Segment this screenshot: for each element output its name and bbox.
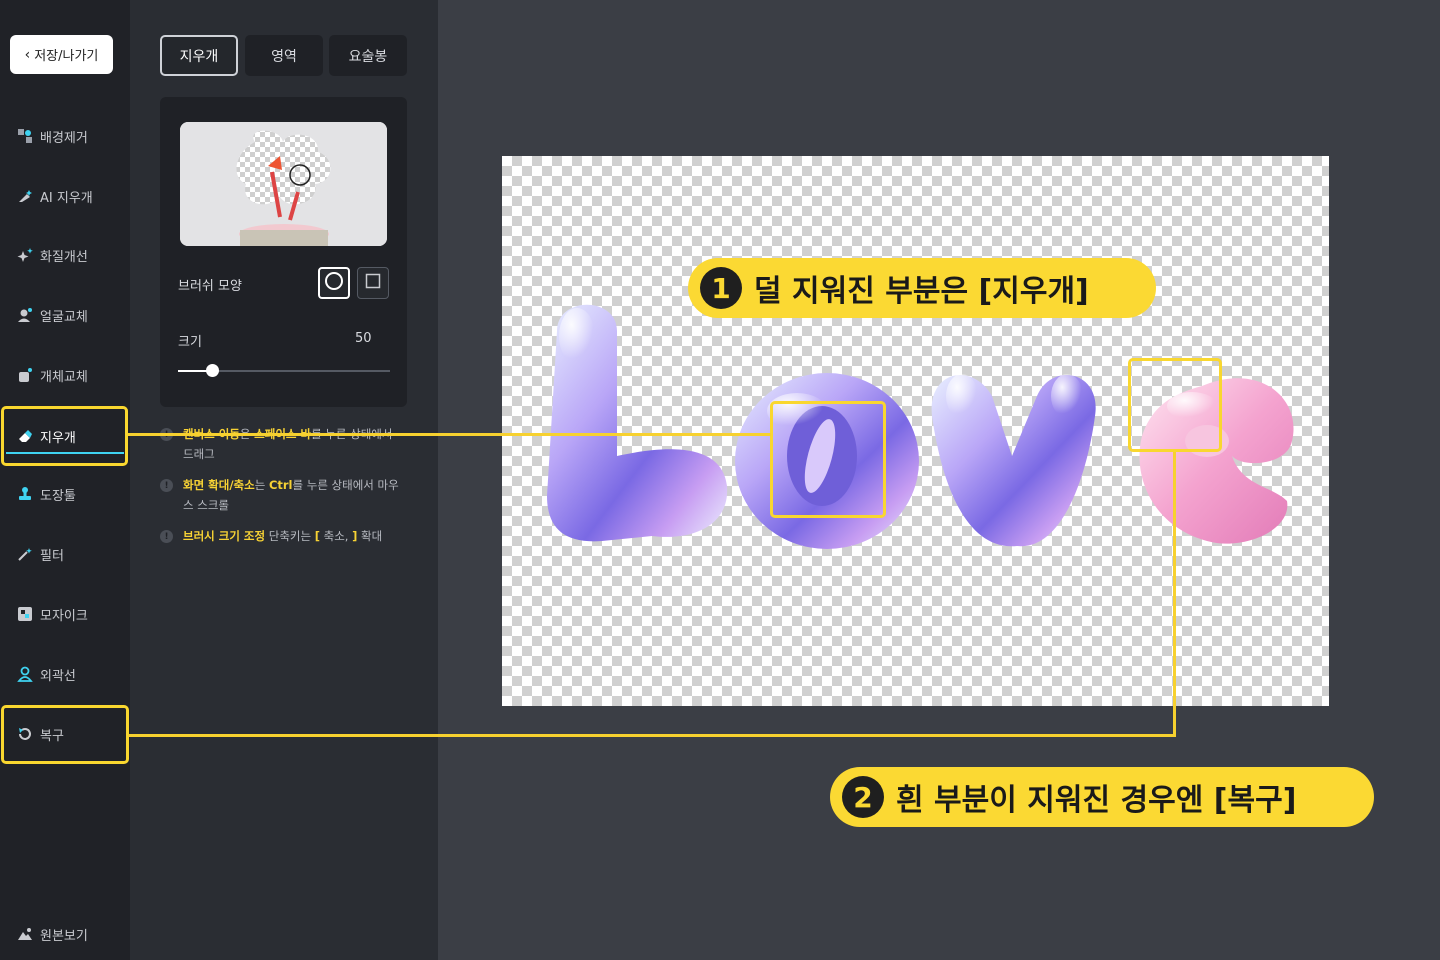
callout-restore: 2 흰 부분이 지워진 경우엔 [복구] <box>830 767 1374 827</box>
under-erased-highlight-box <box>770 401 886 518</box>
sparkle-icon <box>16 246 34 264</box>
face-swap-icon <box>16 306 34 324</box>
object-swap-icon <box>16 366 34 384</box>
sidebar-item-quality[interactable]: 화질개선 <box>0 235 130 275</box>
tab-eraser[interactable]: 지우개 <box>160 35 238 76</box>
sidebar-item-filter[interactable]: 필터 <box>0 534 130 574</box>
callout-number: 1 <box>700 267 742 309</box>
eraser-highlight-box <box>1 406 128 466</box>
sidebar-item-label: 도장툴 <box>40 488 76 504</box>
tip-brush-size: ! 브러시 크기 조정 단축키는 [ 축소, ] 확대 <box>160 526 400 546</box>
sidebar-item-label: 모자이크 <box>40 608 88 624</box>
tip-zoom: ! 화면 확대/축소는 Ctrl를 누른 상태에서 마우스 스크롤 <box>160 475 400 515</box>
brush-settings-card: 브러쉬 모양 크기 50 <box>160 97 407 407</box>
mountain-image-icon <box>16 925 34 943</box>
brush-preview-image <box>180 122 387 246</box>
info-icon: ! <box>160 479 173 492</box>
brush-shape-square-button[interactable] <box>357 267 389 299</box>
size-slider[interactable] <box>178 364 390 377</box>
over-erased-highlight-box <box>1128 358 1222 452</box>
chevron-left-icon: ‹ <box>24 46 31 63</box>
sidebar-item-label: 배경제거 <box>40 130 88 146</box>
sidebar-item-stamp[interactable]: 도장툴 <box>0 474 130 514</box>
view-original-button[interactable]: 원본보기 <box>0 914 130 954</box>
sidebar-item-object-swap[interactable]: 개체교체 <box>0 355 130 395</box>
sidebar-item-label: 외곽선 <box>40 668 76 684</box>
tab-area[interactable]: 영역 <box>245 35 323 76</box>
callout-eraser: 1 덜 지워진 부분은 [지우개] <box>688 258 1156 318</box>
brush-shape-label: 브러쉬 모양 <box>178 279 242 294</box>
sidebar-item-outline[interactable]: 외곽선 <box>0 654 130 694</box>
stamp-icon <box>16 485 34 503</box>
sidebar-item-label: AI 지우개 <box>40 190 93 206</box>
callout-number: 2 <box>842 776 884 818</box>
sidebar-item-label: 얼굴교체 <box>40 309 88 325</box>
restore-highlight-box <box>1 705 129 764</box>
sidebar-item-face-swap[interactable]: 얼굴교체 <box>0 295 130 335</box>
callout-line-restore-vertical <box>1173 452 1176 737</box>
sidebar-item-mosaic[interactable]: 모자이크 <box>0 594 130 634</box>
filter-icon <box>16 545 34 563</box>
outline-icon <box>16 665 34 683</box>
sidebar-item-label: 개체교체 <box>40 369 88 385</box>
size-slider-knob[interactable] <box>205 364 219 377</box>
save-exit-label: 저장/나가기 <box>34 49 99 64</box>
background-remove-icon <box>16 127 34 145</box>
callout-line-restore-horizontal <box>128 734 1176 737</box>
image-canvas[interactable] <box>502 156 1329 706</box>
sidebar-item-label: 필터 <box>40 548 64 564</box>
size-value: 50 <box>355 331 372 346</box>
tab-magic-wand[interactable]: 요술봉 <box>329 35 407 76</box>
tool-sidebar: ‹ 저장/나가기 배경제거 AI 지우개 화질개선 얼굴교체 개체교체 지우개 … <box>0 0 130 960</box>
sidebar-item-ai-eraser[interactable]: AI 지우개 <box>0 176 130 216</box>
square-icon <box>365 273 381 293</box>
info-icon: ! <box>160 530 173 543</box>
size-label: 크기 <box>178 335 202 350</box>
callout-text: 덜 지워진 부분은 [지우개] <box>754 274 1089 309</box>
tip-canvas-move: ! 캔버스 이동은 스페이스 바를 누른 상태에서 드래그 <box>160 424 400 464</box>
circle-icon <box>324 271 344 295</box>
callout-line-eraser <box>128 433 771 436</box>
callout-text: 흰 부분이 지워진 경우엔 [복구] <box>896 783 1297 818</box>
view-original-label: 원본보기 <box>40 928 88 944</box>
ai-eraser-icon <box>16 187 34 205</box>
brush-shape-circle-button[interactable] <box>318 267 350 299</box>
sidebar-item-background-remove[interactable]: 배경제거 <box>0 116 130 156</box>
sidebar-item-label: 화질개선 <box>40 249 88 265</box>
save-exit-button[interactable]: ‹ 저장/나가기 <box>10 35 113 74</box>
mosaic-icon <box>16 605 34 623</box>
